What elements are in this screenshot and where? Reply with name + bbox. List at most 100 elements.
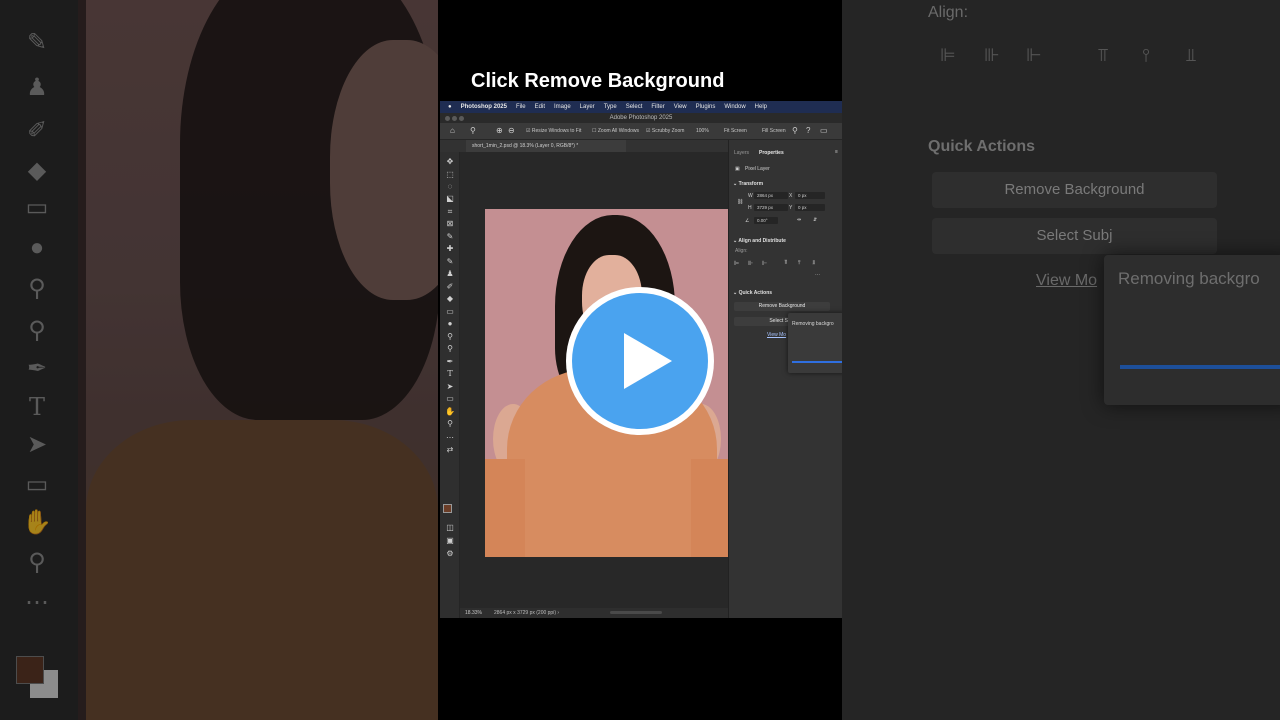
healing-brush-icon[interactable]: ✚ <box>444 243 456 254</box>
marquee-tool-icon[interactable]: ⬚ <box>444 169 456 180</box>
quick-actions-heading[interactable]: ⌄ Quick Actions <box>733 290 772 296</box>
align-right-icon[interactable]: ⊩ <box>762 260 767 267</box>
eyedropper-icon[interactable]: ✎ <box>444 231 456 242</box>
align-label: Align: <box>735 248 748 254</box>
document-tab[interactable]: short_1min_2.psd @ 18.3% (Layer 0, RGB/8… <box>466 140 626 152</box>
menu-window[interactable]: Window <box>724 104 745 110</box>
zoom-tool-icon[interactable]: ⚲ <box>470 126 476 135</box>
menu-image[interactable]: Image <box>554 104 571 110</box>
hand-tool-icon[interactable]: ✋ <box>444 406 456 417</box>
view-more-link[interactable]: View Mo <box>767 332 786 338</box>
backdrop-align-center-icon: ⊪ <box>984 45 1000 65</box>
video-caption: Click Remove Background <box>471 70 725 92</box>
dodge-tool-icon[interactable]: ⚲ <box>444 331 456 342</box>
width-field[interactable]: 2864 px <box>754 192 788 199</box>
menu-help[interactable]: Help <box>755 104 767 110</box>
menu-type[interactable]: Type <box>604 104 617 110</box>
zoom-tool-panel-icon[interactable]: ⚲ <box>444 418 456 429</box>
clone-stamp-icon[interactable]: ♟ <box>444 268 456 279</box>
menu-plugins[interactable]: Plugins <box>696 104 716 110</box>
menu-edit[interactable]: Edit <box>535 104 545 110</box>
tab-layers[interactable]: Layers <box>734 150 749 156</box>
status-zoom[interactable]: 18.33% <box>465 610 482 616</box>
menu-select[interactable]: Select <box>626 104 643 110</box>
x-field[interactable]: 0 px <box>795 192 825 199</box>
menu-filter[interactable]: Filter <box>651 104 664 110</box>
workspace-icon[interactable]: ▭ <box>820 126 828 135</box>
rectangle-tool-icon[interactable]: ▭ <box>444 393 456 404</box>
transform-heading[interactable]: ⌄ Transform <box>733 181 763 187</box>
zoom-100-button[interactable]: 100% <box>696 128 709 134</box>
video-player[interactable]: Click Remove Background ● Photoshop 2025… <box>438 0 842 720</box>
swap-colors-icon[interactable]: ⇄ <box>444 444 456 455</box>
pen-tool-icon[interactable]: ✒ <box>444 356 456 367</box>
close-window-button[interactable] <box>445 116 450 121</box>
move-tool-icon[interactable]: ✥ <box>444 156 456 167</box>
zoom-window-button[interactable] <box>459 116 464 121</box>
horizontal-scrollbar[interactable] <box>610 611 662 614</box>
align-distribute-heading[interactable]: ⌄ Align and Distribute <box>733 238 786 244</box>
frame-tool-icon[interactable]: ⊠ <box>444 218 456 229</box>
crop-tool-icon[interactable]: ⌗ <box>444 206 456 217</box>
more-tools-panel-icon[interactable]: ⋯ <box>444 432 456 443</box>
search-icon[interactable]: ⚲ <box>792 126 798 135</box>
status-bar: 18.33% 2864 px x 3729 px (200 ppi) › <box>460 608 728 618</box>
screen-mode-icon[interactable]: ▣ <box>444 535 456 546</box>
foreground-color-swatch[interactable] <box>443 504 452 513</box>
resize-windows-checkbox[interactable]: ☑ Resize Windows to Fit <box>526 128 581 134</box>
status-doc-info[interactable]: 2864 px x 3729 px (200 ppi) › <box>494 610 559 616</box>
align-bottom-icon[interactable]: ⫫ <box>812 260 815 267</box>
panel-menu-icon[interactable]: ≡ <box>835 149 838 155</box>
link-dimensions-icon[interactable]: ⛓ <box>737 199 743 205</box>
height-field[interactable]: 3729 px <box>754 204 788 211</box>
eraser-tool-icon[interactable]: ◆ <box>444 293 456 304</box>
w-label: W <box>748 193 753 199</box>
x-label: X <box>789 193 793 199</box>
quick-mask-icon[interactable]: ◫ <box>444 522 456 533</box>
zoom-out-icon[interactable]: ⊖ <box>508 126 515 135</box>
more-options-icon[interactable]: ··· <box>815 272 820 278</box>
angle-icon: ∠ <box>745 218 750 224</box>
blur-tool-icon[interactable]: ● <box>444 318 456 329</box>
history-brush-tool-icon[interactable]: ✐ <box>444 281 456 292</box>
fill-screen-button[interactable]: Fill Screen <box>762 128 786 134</box>
backdrop-remove-bg: Remove Background <box>932 172 1217 208</box>
menu-layer[interactable]: Layer <box>580 104 595 110</box>
home-icon[interactable]: ⌂ <box>450 126 455 135</box>
align-top-icon[interactable]: ⫪ <box>784 260 787 267</box>
backdrop-dim-overlay <box>0 0 438 720</box>
menu-view[interactable]: View <box>674 104 687 110</box>
brush-tool-icon[interactable]: ✎ <box>444 256 456 267</box>
gradient-tool-icon[interactable]: ▭ <box>444 306 456 317</box>
video-frame: ✎ ♟ ✐ ◆ ▭ ● ⚲ ⚲ ✒ T ➤ ▭ ✋ ⚲ ⋯ Align: ⊫ ⊪… <box>0 0 1280 720</box>
zoom-in-icon[interactable]: ⊕ <box>496 126 503 135</box>
remove-background-button[interactable]: Remove Background <box>734 302 830 311</box>
edit-toolbar-icon[interactable]: ⚙ <box>444 548 456 559</box>
align-center-icon[interactable]: ⊪ <box>748 260 753 267</box>
left-blurred-backdrop: ✎ ♟ ✐ ◆ ▭ ● ⚲ ⚲ ✒ T ➤ ▭ ✋ ⚲ ⋯ <box>0 0 438 720</box>
fit-screen-button[interactable]: Fit Screen <box>724 128 747 134</box>
tools-panel: ✥ ⬚ ◌ ⬕ ⌗ ⊠ ✎ ✚ ✎ ♟ ✐ ◆ ▭ ● ⚲ ⚲ ✒ T ➤ ▭ <box>440 152 460 618</box>
tab-properties[interactable]: Properties <box>759 150 784 156</box>
y-field[interactable]: 0 px <box>795 204 825 211</box>
menu-file[interactable]: File <box>516 104 526 110</box>
play-button[interactable] <box>566 287 714 435</box>
align-left-icon[interactable]: ⊫ <box>734 260 739 267</box>
angle-field[interactable]: 0.00° <box>754 217 778 224</box>
options-bar: ⌂ ⚲ ⊕ ⊖ ☑ Resize Windows to Fit ☐ Zoom A… <box>440 123 842 140</box>
backdrop-align-top-icon: ⫪ <box>1098 45 1109 65</box>
path-select-icon[interactable]: ➤ <box>444 381 456 392</box>
flip-horizontal-icon[interactable]: ⇹ <box>797 217 801 223</box>
flip-vertical-icon[interactable]: ⇵ <box>813 217 817 223</box>
lasso-tool-icon[interactable]: ◌ <box>444 181 456 192</box>
menu-app-name[interactable]: Photoshop 2025 <box>461 104 507 110</box>
properties-panel: Layers Properties ≡ ▣ Pixel Layer ⌄ Tran… <box>728 140 842 618</box>
help-icon[interactable]: ? <box>806 126 810 135</box>
align-middle-icon[interactable]: ⫯ <box>798 260 801 267</box>
type-tool-icon[interactable]: T <box>444 368 456 379</box>
minimize-window-button[interactable] <box>452 116 457 121</box>
zoom-all-checkbox[interactable]: ☐ Zoom All Windows <box>592 128 639 134</box>
object-select-icon[interactable]: ⬕ <box>444 193 456 204</box>
sponge-tool-icon[interactable]: ⚲ <box>444 343 456 354</box>
scrubby-zoom-checkbox[interactable]: ☑ Scrubby Zoom <box>646 128 684 134</box>
